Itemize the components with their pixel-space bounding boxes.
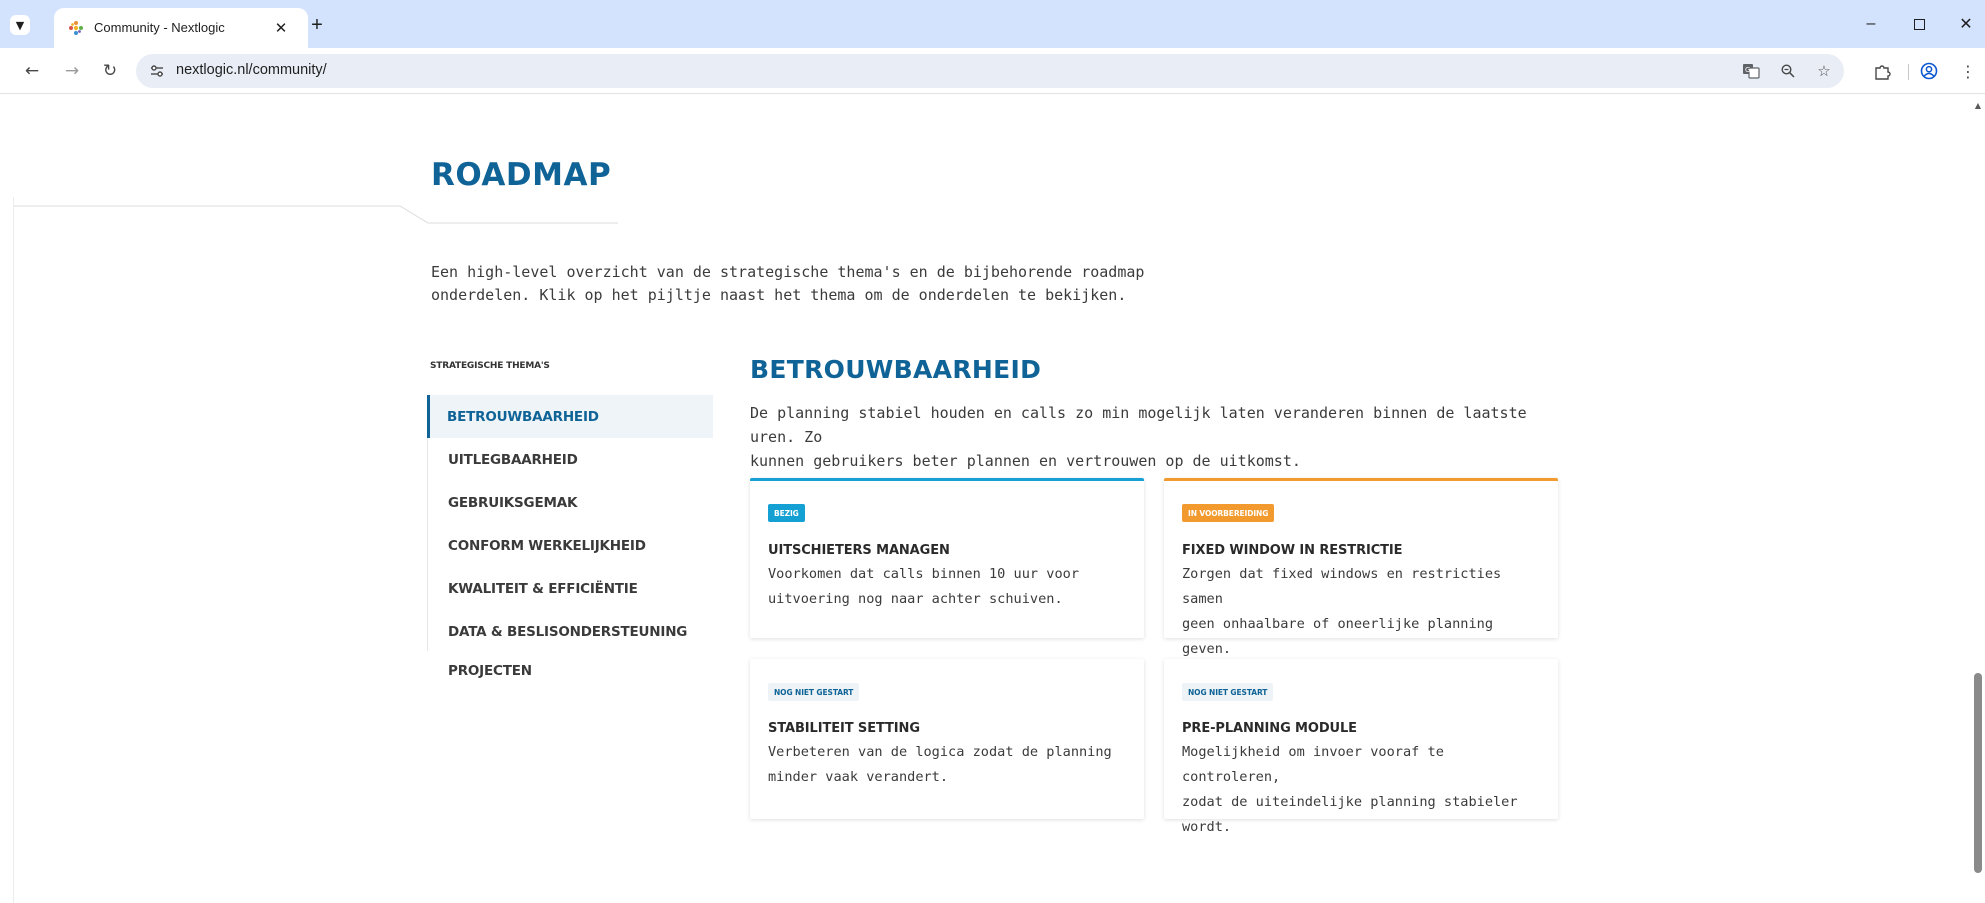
status-badge: NOG NIET GESTART <box>768 683 860 701</box>
browser-menu-button[interactable]: ⋮ <box>1956 59 1980 83</box>
svg-text:G: G <box>1745 66 1750 74</box>
card-description: Voorkomen dat calls binnen 10 uur voor u… <box>768 562 1133 612</box>
arrow-right-icon: → <box>64 61 80 81</box>
page-scrollbar[interactable]: ▲ <box>1971 95 1985 903</box>
card-description-line: minder vaak verandert. <box>768 769 949 785</box>
intro-line: Een high-level overzicht van de strategi… <box>431 263 1145 281</box>
arrow-left-icon: ← <box>24 61 40 81</box>
profile-button[interactable] <box>1917 59 1941 83</box>
back-button[interactable]: ← <box>20 59 44 83</box>
more-vert-icon: ⋮ <box>1960 61 1976 81</box>
extensions-button[interactable] <box>1870 59 1894 83</box>
toolbar-separator <box>1908 64 1909 80</box>
card-description-line: Voorkomen dat calls binnen 10 uur voor <box>768 566 1079 582</box>
sidebar-item-data-beslisondersteuning[interactable]: DATA & BESLISONDERSTEUNING <box>428 610 714 653</box>
theme-sidebar: BETROUWBAARHEID UITLEGBAARHEID GEBRUIKSG… <box>427 395 714 679</box>
card-description-line: Mogelijkheid om invoer vooraf te control… <box>1182 744 1444 785</box>
scroll-up-icon[interactable]: ▲ <box>1974 101 1982 110</box>
theme-description-line: De planning stabiel houden en calls zo m… <box>750 404 1527 446</box>
theme-description: De planning stabiel houden en calls zo m… <box>750 401 1550 473</box>
tab-close-button[interactable]: ✕ <box>270 17 292 39</box>
sidebar-item-projecten[interactable]: PROJECTEN <box>428 653 714 683</box>
status-badge: NOG NIET GESTART <box>1182 683 1274 701</box>
sidebar-item-kwaliteit-efficientie[interactable]: KWALITEIT & EFFICIËNTIE <box>428 567 714 610</box>
card-title: UITSCHIETERS MANAGEN <box>768 543 950 558</box>
theme-title: BETROUWBAARHEID <box>750 355 1042 384</box>
profile-icon <box>1920 62 1938 80</box>
browser-tab[interactable]: Community - Nextlogic ✕ <box>54 8 308 48</box>
translate-button[interactable]: G <box>1740 60 1762 82</box>
star-icon: ☆ <box>1817 62 1831 80</box>
reload-button[interactable]: ↻ <box>98 59 122 83</box>
roadmap-card[interactable]: NOG NIET GESTART STABILITEIT SETTING Ver… <box>750 659 1144 819</box>
theme-description-line: kunnen gebruikers beter plannen en vertr… <box>750 452 1301 470</box>
sidebar-heading: STRATEGISCHE THEMA'S <box>430 361 550 371</box>
roadmap-card[interactable]: NOG NIET GESTART PRE-PLANNING MODULE Mog… <box>1164 659 1558 835</box>
new-tab-button[interactable]: + <box>306 14 328 36</box>
reload-icon: ↻ <box>102 61 118 81</box>
roadmap-card[interactable]: IN VOORBEREIDING FIXED WINDOW IN RESTRIC… <box>1164 478 1558 657</box>
nextlogic-favicon-icon <box>69 21 83 35</box>
tune-icon <box>151 65 163 77</box>
card-description-line: Zorgen dat fixed windows en restricties … <box>1182 566 1502 607</box>
card-description: Mogelijkheid om invoer vooraf te control… <box>1182 740 1547 840</box>
card-title: STABILITEIT SETTING <box>768 721 920 736</box>
maximize-button[interactable] <box>1907 12 1931 36</box>
forward-button[interactable]: → <box>60 59 84 83</box>
sidebar-item-conform-werkelijkheid[interactable]: CONFORM WERKELIJKHEID <box>428 524 714 567</box>
close-icon: ✕ <box>274 19 288 37</box>
status-badge: IN VOORBEREIDING <box>1182 504 1275 522</box>
page-content: ROADMAP Een high-level overzicht van de … <box>0 95 1985 903</box>
bookmark-button[interactable]: ☆ <box>1813 60 1835 82</box>
intro-line: onderdelen. Klik op het pijltje naast he… <box>431 286 1127 304</box>
sidebar-item-uitlegbaarheid[interactable]: UITLEGBAARHEID <box>428 438 714 481</box>
plus-icon: + <box>311 13 323 36</box>
card-description: Verbeteren van de logica zodat de planni… <box>768 740 1133 790</box>
minimize-button[interactable]: – <box>1859 12 1883 36</box>
puzzle-icon <box>1874 64 1891 80</box>
sidebar-item-betrouwbaarheid[interactable]: BETROUWBAARHEID <box>427 395 713 438</box>
page-title: ROADMAP <box>431 157 612 193</box>
browser-tab-bar: ▼ Community - Nextlogic ✕ + – ✕ <box>0 0 1985 48</box>
left-divider <box>0 197 14 903</box>
zoom-icon <box>1781 64 1795 78</box>
minimize-icon: – <box>1866 15 1876 32</box>
card-description-line: zodat de uiteindelijke planning stabiele… <box>1182 794 1518 835</box>
title-decoration-line <box>14 205 618 224</box>
sidebar-item-gebruiksgemak[interactable]: GEBRUIKSGEMAK <box>428 481 714 524</box>
address-bar[interactable]: nextlogic.nl/community/ G ☆ <box>136 54 1844 88</box>
card-description-line: geen onhaalbare of oneerlijke planning g… <box>1182 616 1493 657</box>
tab-title: Community - Nextlogic <box>94 20 225 35</box>
close-icon: ✕ <box>1959 16 1973 33</box>
status-badge: BEZIG <box>768 504 805 522</box>
zoom-button[interactable] <box>1777 60 1799 82</box>
chevron-down-icon: ▼ <box>15 18 25 32</box>
card-title: FIXED WINDOW IN RESTRICTIE <box>1182 543 1403 558</box>
site-info-button[interactable] <box>146 60 168 82</box>
roadmap-card[interactable]: BEZIG UITSCHIETERS MANAGEN Voorkomen dat… <box>750 478 1144 638</box>
card-title: PRE-PLANNING MODULE <box>1182 721 1357 736</box>
card-description-line: uitvoering nog naar achter schuiven. <box>768 591 1063 607</box>
url-text[interactable]: nextlogic.nl/community/ <box>176 62 327 78</box>
tab-search-button[interactable]: ▼ <box>10 15 30 35</box>
translate-icon: G <box>1743 64 1760 79</box>
card-description: Zorgen dat fixed windows en restricties … <box>1182 562 1547 662</box>
maximize-icon <box>1913 18 1925 30</box>
browser-toolbar: ← → ↻ nextlogic.nl/community/ G ☆ ⋮ <box>0 48 1985 94</box>
close-window-button[interactable]: ✕ <box>1954 12 1978 36</box>
scrollbar-thumb[interactable] <box>1974 673 1982 873</box>
card-description-line: Verbeteren van de logica zodat de planni… <box>768 744 1112 760</box>
intro-text: Een high-level overzicht van de strategi… <box>431 261 1151 307</box>
